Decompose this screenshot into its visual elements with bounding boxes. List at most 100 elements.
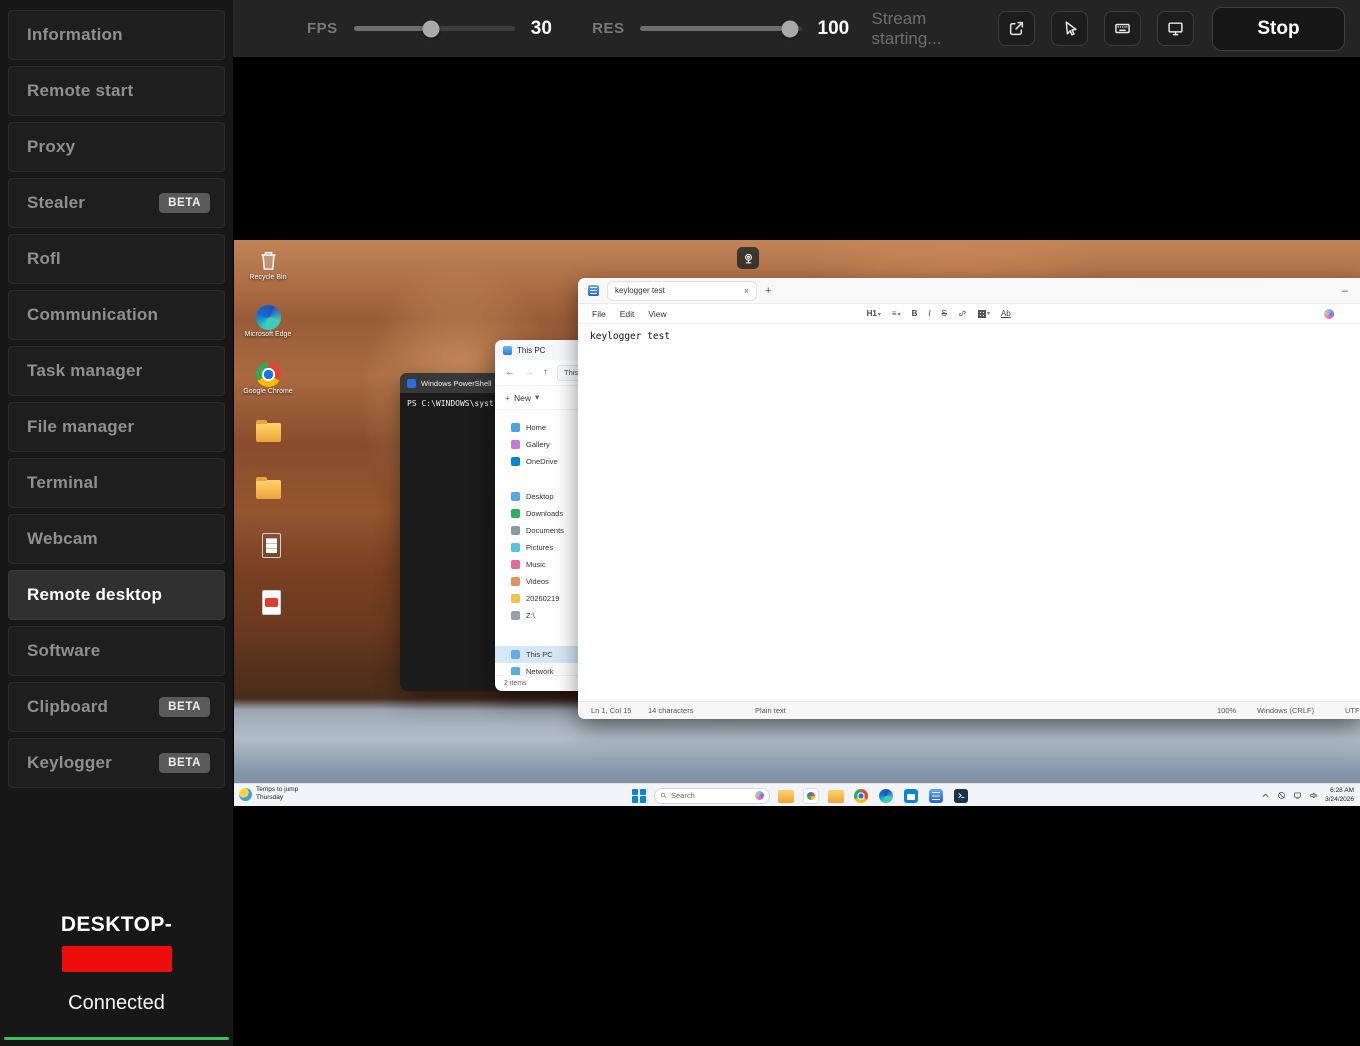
search-label: Search (671, 791, 695, 800)
cursor-button[interactable] (1051, 11, 1088, 46)
sidebar-item-remote-desktop[interactable]: Remote desktop (8, 570, 225, 620)
display-icon[interactable] (1293, 787, 1302, 805)
back-icon[interactable]: ← (505, 367, 515, 378)
res-slider-thumb[interactable] (782, 20, 799, 37)
notepad-tab[interactable]: keylogger test × (607, 281, 757, 301)
menu-file[interactable]: File (592, 309, 606, 319)
sidebar-item-communication[interactable]: Communication (8, 290, 225, 340)
stream-status-text: Stream starting... (872, 9, 998, 49)
onedrive-icon (511, 457, 520, 466)
desktop-icon-pdf[interactable] (240, 590, 296, 630)
system-tray: 6:28 AM 3/24/2026 (1261, 784, 1354, 806)
desktop-icon-folder-1[interactable] (240, 419, 296, 459)
store-icon (904, 789, 918, 803)
taskbar-app-edge[interactable] (878, 788, 894, 804)
copilot-icon[interactable] (1324, 309, 1334, 319)
widget-day: Thursday (256, 794, 298, 802)
taskbar-search[interactable]: Search (654, 788, 770, 804)
sidebar-item-file-manager[interactable]: File manager (8, 402, 225, 452)
bold-button[interactable]: B (912, 309, 918, 318)
menu-view[interactable]: View (648, 309, 666, 319)
explorer-item-label: 20260219 (526, 594, 559, 603)
connection-status: Connected (0, 992, 233, 1015)
weather-widget[interactable]: Temps to jump Thursday (239, 786, 298, 802)
keyboard-button[interactable] (1104, 11, 1141, 46)
notepad-editor[interactable]: keylogger test (578, 324, 1360, 701)
sidebar-item-rofl[interactable]: Rofl (8, 234, 225, 284)
line-ending: Windows (CRLF) (1257, 706, 1314, 715)
start-button[interactable] (632, 789, 646, 803)
fps-slider[interactable] (354, 26, 515, 31)
sidebar-item-label: Software (27, 641, 100, 661)
sidebar-item-keylogger[interactable]: KeyloggerBETA (8, 738, 225, 788)
taskbar-app-powershell[interactable] (953, 788, 969, 804)
notepad-status-bar: Ln 1, Col 15 14 characters Plain text 10… (578, 701, 1360, 719)
remote-desktop-stream[interactable]: Recycle Bin Microsoft Edge Google Chrome (234, 240, 1360, 806)
desktop-icon-text-file[interactable] (240, 533, 296, 573)
volume-mute-icon[interactable] (1309, 787, 1318, 805)
powershell-icon (954, 789, 968, 803)
notepad-icon (588, 285, 599, 296)
fps-slider-thumb[interactable] (422, 20, 439, 37)
sidebar-item-software[interactable]: Software (8, 626, 225, 676)
recycle-bin-icon (256, 248, 281, 273)
taskbar-app-store[interactable] (903, 788, 919, 804)
new-tab-icon[interactable]: + (765, 285, 771, 297)
minimize-icon[interactable]: – (1342, 285, 1350, 297)
notepad-format-toolbar: H1▾ ≡▾ B I S ▾ Ab (867, 309, 1011, 318)
network-icon (511, 667, 520, 675)
desktop-icon-chrome[interactable]: Google Chrome (240, 362, 296, 402)
stream-indicator (737, 247, 759, 269)
sidebar-item-proxy[interactable]: Proxy (8, 122, 225, 172)
desktop-icon-folder-2[interactable] (240, 476, 296, 516)
desktop-icon-edge[interactable]: Microsoft Edge (240, 305, 296, 345)
link-icon[interactable] (958, 309, 967, 318)
chevron-down-icon[interactable]: ▾ (535, 392, 539, 403)
notepad-titlebar[interactable]: keylogger test × + – (578, 278, 1360, 304)
tray-chevron-up-icon[interactable] (1261, 787, 1270, 805)
chevron-down-icon: ▾ (987, 310, 990, 317)
desktop-icon-recycle-bin[interactable]: Recycle Bin (240, 248, 296, 288)
sidebar-item-webcam[interactable]: Webcam (8, 514, 225, 564)
stop-button[interactable]: Stop (1212, 7, 1345, 51)
close-tab-icon[interactable]: × (744, 286, 749, 296)
notepad-window[interactable]: keylogger test × + – File Edit View H1▾ … (578, 278, 1360, 719)
up-icon[interactable]: ↑ (543, 367, 548, 378)
hostname-censor-bar (62, 946, 172, 972)
heading-style-button[interactable]: H1▾ (867, 309, 881, 318)
sidebar-item-terminal[interactable]: Terminal (8, 458, 225, 508)
sidebar-item-label: Proxy (27, 137, 75, 157)
explorer-item-label: Gallery (526, 440, 550, 449)
monitor-button[interactable] (1157, 11, 1194, 46)
res-slider[interactable] (640, 26, 801, 31)
fps-label: FPS (307, 20, 338, 37)
sidebar-item-stealer[interactable]: StealerBETA (8, 178, 225, 228)
sidebar-item-information[interactable]: Information (8, 10, 225, 60)
taskbar-clock[interactable]: 6:28 AM 3/24/2026 (1325, 787, 1354, 803)
sidebar-item-clipboard[interactable]: ClipboardBETA (8, 682, 225, 732)
sidebar-item-task-manager[interactable]: Task manager (8, 346, 225, 396)
forward-icon[interactable]: → (524, 367, 534, 378)
taskbar-app-file-explorer[interactable] (778, 788, 794, 804)
new-button[interactable]: New (514, 393, 531, 403)
italic-button[interactable]: I (928, 309, 930, 318)
folder-icon (828, 790, 844, 803)
table-button[interactable]: ▾ (978, 310, 990, 318)
taskbar-app-chrome[interactable] (853, 788, 869, 804)
monitor-icon (1167, 20, 1184, 37)
list-style-button[interactable]: ≡▾ (892, 309, 901, 318)
open-external-button[interactable] (998, 11, 1035, 46)
taskbar-app-photos[interactable] (803, 788, 819, 804)
blocked-status-icon[interactable] (1277, 787, 1286, 805)
gallery-icon (511, 440, 520, 449)
taskbar-app-folder[interactable] (828, 788, 844, 804)
notepad-tab-title: keylogger test (615, 286, 738, 295)
taskbar-app-notepad[interactable] (928, 788, 944, 804)
strikethrough-button[interactable]: S (942, 309, 947, 318)
desktop-icons: Recycle Bin Microsoft Edge Google Chrome (240, 248, 296, 647)
sidebar-item-remote-start[interactable]: Remote start (8, 66, 225, 116)
spellcheck-button[interactable]: Ab (1001, 309, 1011, 318)
edge-icon (879, 789, 893, 803)
sidebar-item-label: Keylogger (27, 753, 112, 773)
menu-edit[interactable]: Edit (620, 309, 635, 319)
